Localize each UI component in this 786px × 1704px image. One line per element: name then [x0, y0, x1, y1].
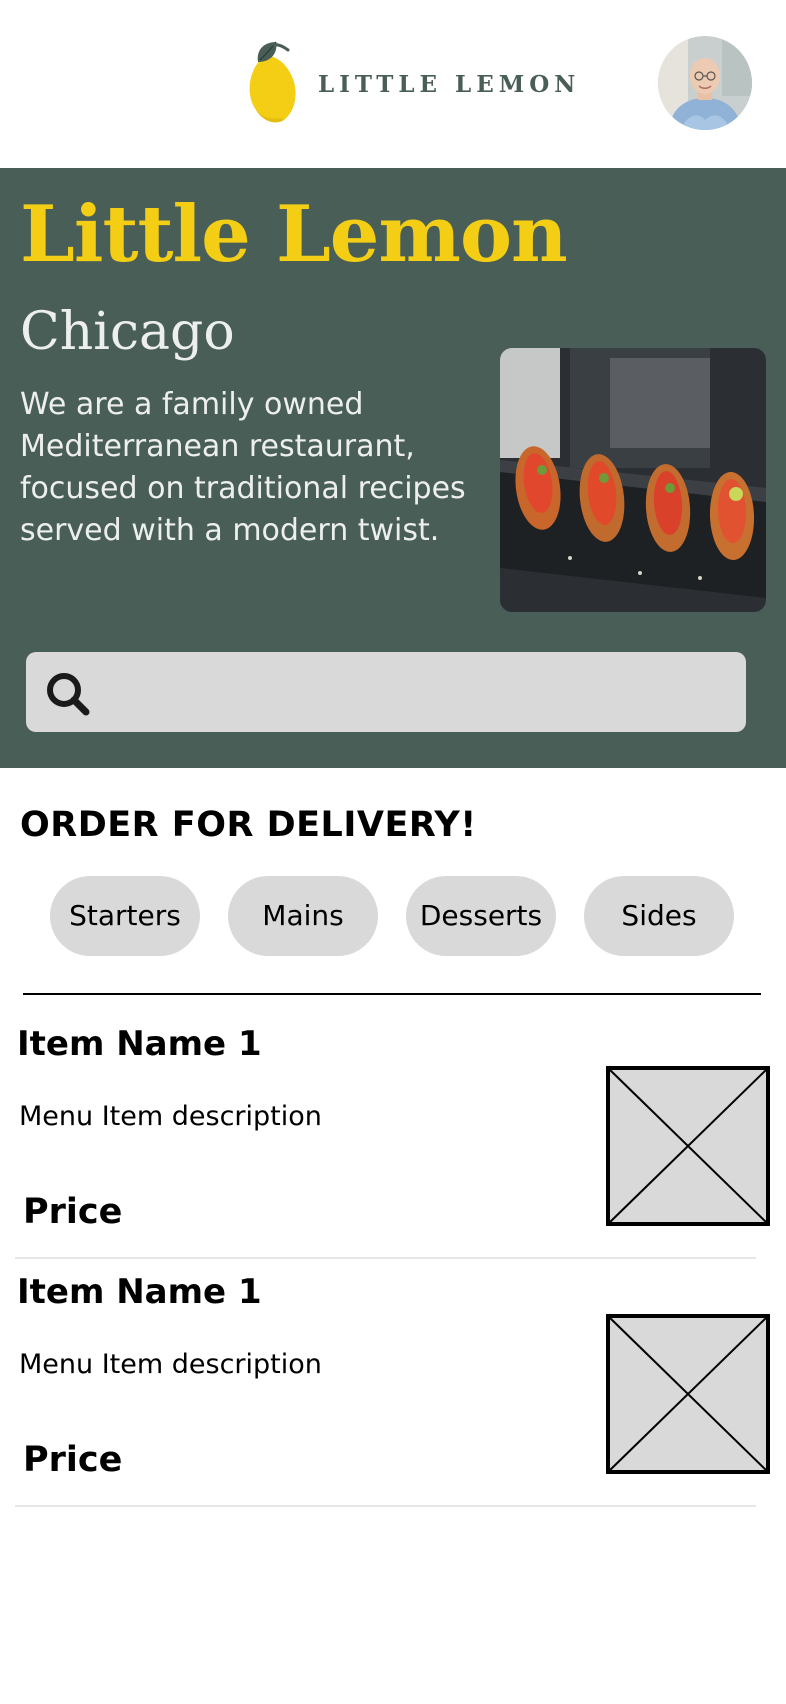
- hero-section: Little Lemon Chicago We are a family own…: [0, 168, 786, 768]
- menu-item-name: Item Name 1: [17, 1272, 262, 1312]
- hero-food-photo: [500, 348, 766, 612]
- search-bar[interactable]: [26, 652, 746, 732]
- menu-item-divider: [15, 1505, 756, 1507]
- avatar-photo: [658, 36, 752, 130]
- order-section-title: ORDER FOR DELIVERY!: [20, 805, 477, 845]
- menu-item-description: Menu Item description: [19, 1101, 322, 1132]
- menu-item-price: Price: [23, 1440, 123, 1480]
- menu-item-price: Price: [23, 1192, 123, 1232]
- category-starters-button[interactable]: Starters: [50, 876, 200, 956]
- image-placeholder-icon: [606, 1314, 770, 1474]
- category-desserts-button[interactable]: Desserts: [406, 876, 556, 956]
- menu-item[interactable]: Item Name 1 Menu Item description Price: [0, 1258, 786, 1507]
- search-input[interactable]: [110, 662, 734, 724]
- menu-item-description: Menu Item description: [19, 1349, 322, 1380]
- menu-item[interactable]: Item Name 1 Menu Item description Price: [0, 1010, 786, 1259]
- section-divider: [23, 993, 761, 995]
- user-avatar[interactable]: [658, 36, 752, 130]
- brand-logo[interactable]: LITTLE LEMON: [244, 40, 580, 124]
- brand-name: LITTLE LEMON: [318, 70, 581, 98]
- image-placeholder-icon: [606, 1066, 770, 1226]
- hero-title: Little Lemon: [20, 189, 568, 280]
- hero-city: Chicago: [20, 302, 235, 362]
- category-sides-button[interactable]: Sides: [584, 876, 734, 956]
- menu-item-name: Item Name 1: [17, 1024, 262, 1064]
- lemon-icon: [249, 41, 296, 123]
- app-header: LITTLE LEMON: [0, 0, 786, 168]
- search-icon[interactable]: [44, 670, 92, 718]
- category-mains-button[interactable]: Mains: [228, 876, 378, 956]
- hero-description: We are a family owned Mediterranean rest…: [20, 387, 466, 548]
